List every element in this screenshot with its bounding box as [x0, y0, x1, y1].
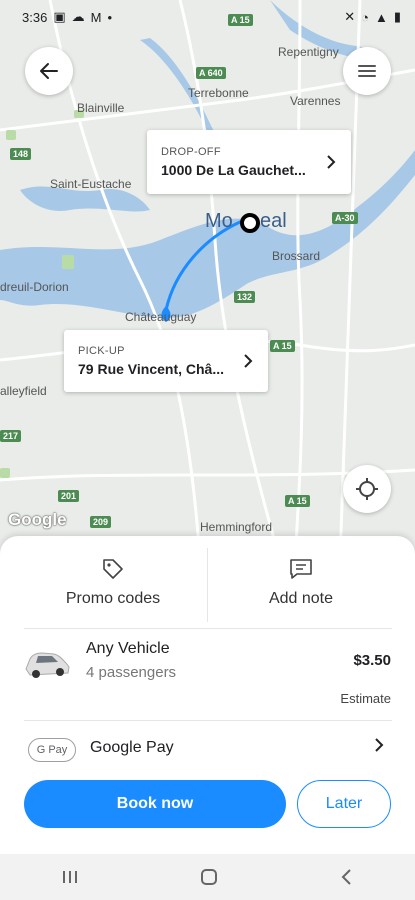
note-icon [290, 559, 312, 579]
dropoff-label: DROP-OFF [161, 146, 221, 158]
map-label-brossard: Brossard [272, 249, 321, 263]
payment-method-row[interactable]: G Pay Google Pay [0, 722, 415, 776]
route-shield-a15-bottom: A 15 [285, 495, 310, 507]
payment-method-name: Google Pay [90, 739, 174, 756]
booking-sheet: Promo codes Add note Any Vehicle 4 passe… [0, 536, 415, 854]
chevron-right-icon [244, 354, 253, 368]
map-label-varennes: Varennes [290, 94, 341, 108]
wifi-icon: ◔ [361, 9, 369, 25]
battery-icon: ▮ [393, 9, 401, 24]
tag-icon [103, 559, 123, 579]
gmail-icon: M [90, 9, 102, 25]
cloud-icon: ☁ [71, 9, 85, 24]
city-label-montreal-left: Mo [205, 210, 233, 232]
arrow-left-icon [40, 63, 58, 79]
hamburger-icon [358, 65, 376, 77]
promo-codes-label: Promo codes [65, 590, 161, 607]
dropoff-card[interactable]: DROP-OFF 1000 De La Gauchet... [147, 130, 351, 194]
vehicle-capacity: 4 passengers [86, 664, 177, 681]
dot-icon: • [107, 9, 113, 25]
crosshair-icon [356, 478, 378, 500]
city-label-montreal-right: eal [260, 210, 287, 232]
map-label-saint-eustache: Saint-Eustache [50, 177, 132, 191]
fare-price: $3.50 [353, 652, 391, 669]
menu-button[interactable] [343, 47, 391, 95]
map-label-valleyfield: alleyfield [0, 384, 47, 398]
car-icon [25, 652, 70, 678]
sheet-divider [24, 720, 392, 721]
route-shield-217: 217 [0, 430, 22, 442]
pickup-card[interactable]: PICK-UP 79 Rue Vincent, Châ... [64, 330, 268, 392]
add-note-button[interactable]: Add note [198, 536, 404, 628]
recent-apps-icon[interactable] [60, 868, 80, 886]
signal-icon: ▲ [374, 9, 388, 25]
route-shield-132: 132 [234, 291, 256, 303]
google-pay-icon: G Pay [28, 738, 76, 762]
chevron-right-icon [375, 738, 384, 752]
add-note-label: Add note [268, 590, 334, 607]
map-label-blainville: Blainville [77, 101, 125, 115]
promo-codes-button[interactable]: Promo codes [10, 536, 216, 628]
book-now-button[interactable]: Book now [24, 780, 286, 828]
map-label-chateauguay: Châteauguay [125, 310, 197, 324]
mute-icon: ✕ [344, 9, 356, 24]
home-icon[interactable] [199, 867, 219, 887]
route-shield-201: 201 [58, 490, 80, 502]
locate-me-button[interactable] [343, 465, 391, 513]
fare-estimate-label: Estimate [340, 691, 391, 706]
route-shield-a15-mid: A 15 [270, 340, 295, 352]
status-time: 3:36 [22, 9, 48, 25]
map-label-repentigny: Repentigny [278, 45, 339, 59]
vehicle-name: Any Vehicle [86, 640, 170, 657]
image-icon: ▣ [53, 9, 66, 24]
google-logo: Google [8, 510, 67, 529]
dropoff-address: 1000 De La Gauchet... [161, 162, 306, 178]
later-button[interactable]: Later [297, 780, 391, 828]
map-label-terrebonne: Terrebonne [188, 86, 249, 100]
chevron-right-icon [327, 155, 336, 169]
system-nav-bar [0, 854, 415, 900]
back-nav-icon[interactable] [339, 867, 355, 887]
route-shield-a640: A 640 [196, 67, 226, 79]
map-label-hemmingford: Hemmingford [200, 520, 273, 534]
route-shield-148: 148 [10, 148, 32, 160]
route-shield-209: 209 [90, 516, 112, 528]
route-shield-a30: A-30 [332, 212, 358, 224]
map-label-dreuil-dorion: dreuil-Dorion [0, 280, 69, 294]
back-button[interactable] [25, 47, 73, 95]
status-bar: 3:36 ▣ ☁ M • ✕ ◔ ▲ ▮ [0, 0, 415, 34]
pickup-address: 79 Rue Vincent, Châ... [78, 361, 225, 377]
pickup-label: PICK-UP [78, 345, 125, 357]
